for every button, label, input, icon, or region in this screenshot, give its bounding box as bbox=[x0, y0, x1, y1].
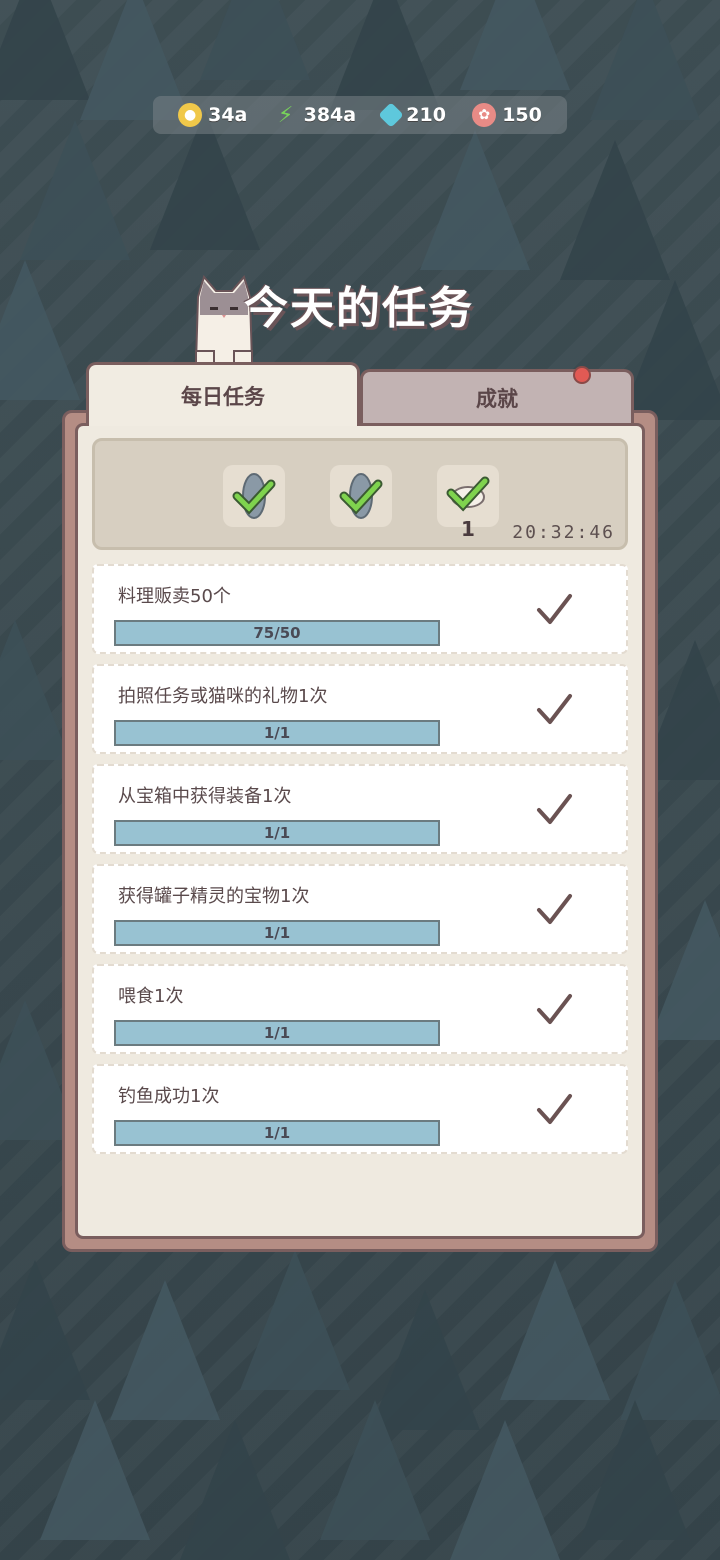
reward-chest-1[interactable] bbox=[223, 465, 285, 527]
reward-chest-3[interactable]: 1 bbox=[437, 465, 499, 541]
checkmark-icon bbox=[537, 794, 572, 824]
tab-achievements-label: 成就 bbox=[476, 386, 518, 411]
task-progress-bar: 1/1 bbox=[114, 1120, 440, 1146]
task-name: 从宝箱中获得装备1次 bbox=[118, 786, 292, 807]
task-progress-text: 1/1 bbox=[263, 1124, 291, 1142]
tab-daily-tasks[interactable]: 每日任务 bbox=[86, 362, 360, 426]
reward-strip: 1 20:32:46 bbox=[92, 438, 628, 550]
task-row[interactable]: 从宝箱中获得装备1次 1/1 bbox=[92, 764, 628, 854]
task-row[interactable]: 钓鱼成功1次 1/1 bbox=[92, 1064, 628, 1154]
resource-bar: ● 34a ⚡ 384a 210 ✿ 150 bbox=[153, 96, 567, 134]
resource-coins[interactable]: ● 34a bbox=[178, 103, 247, 127]
task-name: 料理贩卖50个 bbox=[118, 586, 231, 607]
gem-value: 210 bbox=[406, 104, 446, 126]
task-name: 喂食1次 bbox=[118, 986, 184, 1007]
notification-dot bbox=[573, 366, 591, 384]
task-progress-text: 1/1 bbox=[263, 924, 291, 942]
fish-cake-value: 150 bbox=[502, 104, 542, 126]
checkmark-icon bbox=[537, 894, 572, 924]
resource-gems[interactable]: 210 bbox=[378, 102, 446, 128]
resource-fish-cakes[interactable]: ✿ 150 bbox=[472, 103, 542, 127]
fish-check-icon bbox=[339, 473, 383, 519]
task-name: 拍照任务或猫咪的礼物1次 bbox=[118, 686, 328, 707]
task-progress-bar: 1/1 bbox=[114, 920, 440, 946]
task-row[interactable]: 料理贩卖50个 75/50 bbox=[92, 564, 628, 654]
gem-icon bbox=[378, 102, 405, 128]
task-progress-text: 75/50 bbox=[253, 624, 301, 642]
reward-count: 1 bbox=[461, 517, 475, 541]
checkmark-icon bbox=[537, 694, 572, 724]
task-name: 获得罐子精灵的宝物1次 bbox=[118, 886, 310, 907]
page-title: 今天的任务 bbox=[244, 283, 474, 334]
tab-daily-label: 每日任务 bbox=[181, 384, 265, 409]
task-row[interactable]: 喂食1次 1/1 bbox=[92, 964, 628, 1054]
lightning-icon: ⚡ bbox=[277, 102, 294, 128]
task-progress-text: 1/1 bbox=[263, 1024, 291, 1042]
resource-energy[interactable]: ⚡ 384a bbox=[274, 102, 357, 128]
gift-check-icon bbox=[446, 476, 490, 512]
reward-chest-2[interactable] bbox=[330, 465, 392, 527]
checkmark-icon bbox=[537, 1094, 572, 1124]
fish-cake-icon: ✿ bbox=[472, 103, 497, 127]
task-row[interactable]: 拍照任务或猫咪的礼物1次 1/1 bbox=[92, 664, 628, 754]
checkmark-icon bbox=[537, 594, 572, 624]
task-row[interactable]: 获得罐子精灵的宝物1次 1/1 bbox=[92, 864, 628, 954]
task-progress-text: 1/1 bbox=[263, 824, 291, 842]
coin-value: 34a bbox=[208, 104, 248, 126]
task-progress-bar: 75/50 bbox=[114, 620, 440, 646]
coin-icon: ● bbox=[178, 103, 203, 127]
fish-check-icon bbox=[232, 473, 276, 519]
task-progress-text: 1/1 bbox=[263, 724, 291, 742]
tab-achievements[interactable]: 成就 bbox=[360, 366, 634, 423]
energy-value: 384a bbox=[303, 104, 357, 126]
task-name: 钓鱼成功1次 bbox=[118, 1086, 220, 1107]
checkmark-icon bbox=[537, 994, 572, 1024]
task-progress-bar: 1/1 bbox=[114, 720, 440, 746]
task-progress-bar: 1/1 bbox=[114, 1020, 440, 1046]
task-progress-bar: 1/1 bbox=[114, 820, 440, 846]
reset-timer: 20:32:46 bbox=[512, 522, 615, 543]
